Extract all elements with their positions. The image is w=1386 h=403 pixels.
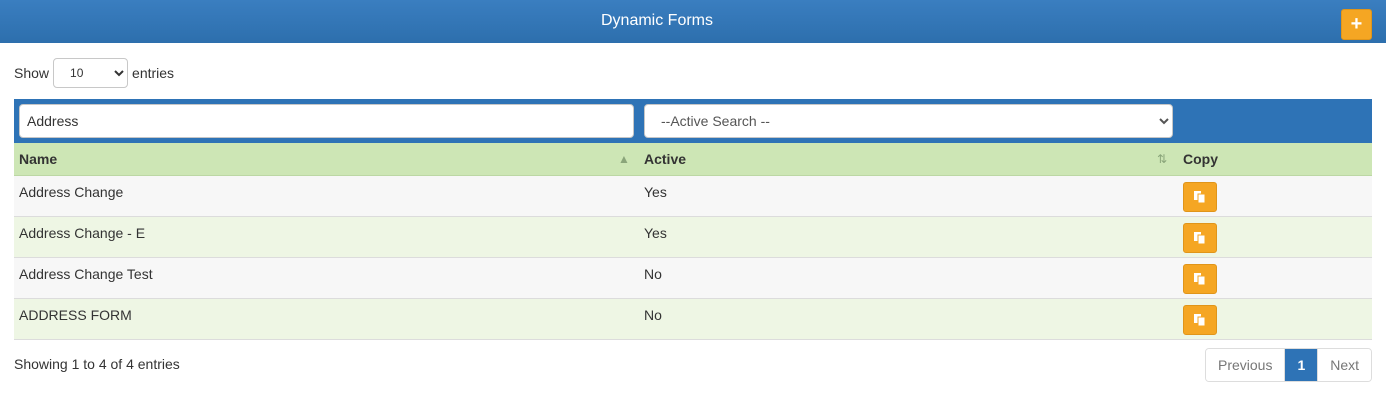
row-name: Address Change - E: [19, 225, 146, 241]
sort-both-icon[interactable]: ⇅: [1157, 143, 1167, 176]
sort-ascending-icon[interactable]: ▲: [618, 143, 630, 176]
row-active: Yes: [644, 225, 667, 241]
table-row: Address Change - E Yes: [14, 217, 1372, 258]
column-header-name[interactable]: Name: [19, 143, 57, 176]
table-row: Address Change Yes: [14, 176, 1372, 217]
filter-row: --Active Search --: [14, 99, 1372, 143]
previous-page-button[interactable]: Previous: [1206, 349, 1286, 381]
add-form-button[interactable]: +: [1341, 9, 1372, 40]
name-search-input[interactable]: [19, 104, 634, 138]
row-active: No: [644, 307, 662, 323]
column-header-copy: Copy: [1183, 151, 1218, 167]
column-header-active[interactable]: Active: [644, 143, 686, 176]
row-active: No: [644, 266, 662, 282]
copy-icon: [1194, 314, 1206, 327]
entries-per-page-select[interactable]: 10: [53, 58, 129, 88]
table-row: ADDRESS FORM No: [14, 299, 1372, 340]
row-name: ADDRESS FORM: [19, 307, 132, 323]
entries-length-control: Show 10 entries: [14, 58, 174, 88]
row-name: Address Change: [19, 184, 124, 200]
copy-icon: [1194, 273, 1206, 286]
forms-table: --Active Search -- Name ▲ Active ⇅ Copy …: [14, 99, 1372, 340]
copy-button[interactable]: [1183, 223, 1217, 253]
row-name: Address Change Test: [19, 266, 153, 282]
copy-button[interactable]: [1183, 182, 1217, 212]
copy-button[interactable]: [1183, 305, 1217, 335]
active-search-select[interactable]: --Active Search --: [644, 104, 1173, 138]
table-header: Name ▲ Active ⇅ Copy: [14, 143, 1372, 176]
next-page-button[interactable]: Next: [1317, 349, 1372, 381]
top-bar: Dynamic Forms +: [0, 0, 1386, 43]
page-title: Dynamic Forms: [600, 12, 713, 29]
table-row: Address Change Test No: [14, 258, 1372, 299]
row-active: Yes: [644, 184, 667, 200]
page-1-button[interactable]: 1: [1285, 349, 1318, 381]
pagination: Previous 1 Next: [1205, 348, 1373, 382]
copy-button[interactable]: [1183, 264, 1217, 294]
copy-icon: [1194, 232, 1206, 245]
show-label: Show: [14, 65, 50, 81]
copy-icon: [1194, 191, 1206, 204]
entries-label: entries: [132, 65, 175, 81]
table-info: Showing 1 to 4 of 4 entries: [14, 356, 180, 372]
